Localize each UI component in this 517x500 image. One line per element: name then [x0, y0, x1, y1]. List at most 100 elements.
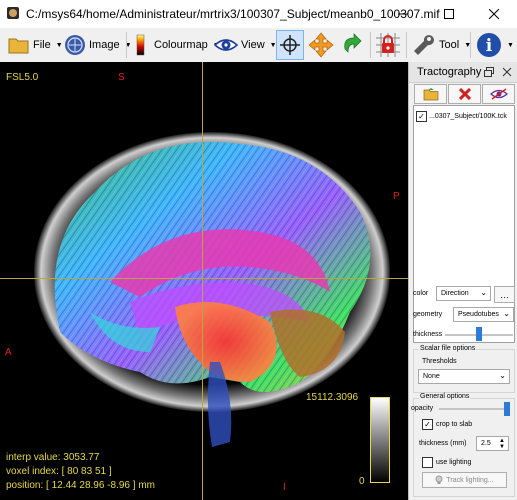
maximize-icon — [444, 9, 454, 19]
lock-clip-button[interactable] — [374, 30, 402, 60]
brain-tractography-image — [34, 132, 390, 447]
color-label: color — [413, 290, 429, 297]
chevron-down-icon: ▼ — [55, 41, 63, 49]
panel-title: Tractography — [417, 66, 482, 78]
svg-text:i: i — [486, 36, 493, 56]
track-lighting-label: Track lighting... — [446, 476, 494, 484]
locked-grid-icon — [376, 33, 400, 57]
general-options-title: General options — [419, 393, 471, 400]
float-panel-icon[interactable] — [484, 67, 494, 77]
crop-to-slab-checkbox[interactable]: ✓ crop to slab — [422, 419, 472, 430]
opacity-slider-track[interactable] — [439, 408, 509, 410]
orientation-posterior: P — [393, 191, 400, 202]
track-name: ...0307_Subject/100K.tck — [429, 112, 507, 120]
crosshair-vertical-line — [202, 62, 203, 500]
color-select-value: Direction — [441, 290, 469, 297]
image-viewport[interactable]: FSL5.0 S P A I 15112.3096 0 interp value… — [0, 62, 408, 500]
hide-eye-icon — [489, 88, 508, 100]
lightbulb-icon — [435, 475, 443, 484]
rotate-tool-button[interactable] — [340, 30, 364, 60]
position-readout: position: [ 12.44 28.96 -8.96 ] mm — [6, 480, 155, 491]
help-button[interactable]: i ▼ — [476, 30, 514, 60]
toolbar-divider — [470, 32, 471, 58]
close-icon — [489, 9, 499, 19]
thresholds-label: Thresholds — [422, 358, 457, 365]
red-x-icon — [458, 88, 471, 100]
title-bar: C:/msys64/home/Administrateur/mrtrix3/10… — [0, 0, 517, 28]
fsl-label: FSL5.0 — [6, 72, 39, 83]
tool-menu-label: Tool — [439, 39, 460, 51]
toolbar: File▼ Image▼ Colourmap▼ View▼ Tool▼ i ▼ — [0, 28, 517, 63]
geometry-label: geometry — [413, 311, 443, 318]
app-icon — [7, 7, 19, 19]
crop-to-slab-label: crop to slab — [436, 421, 473, 428]
rotate-icon — [344, 33, 362, 53]
maximize-button[interactable] — [426, 0, 472, 28]
open-tracks-button[interactable] — [414, 84, 447, 104]
minimize-button[interactable] — [380, 0, 426, 28]
list-item[interactable]: ✓ ...0307_Subject/100K.tck — [416, 109, 511, 123]
pan-tool-button[interactable] — [308, 30, 334, 60]
crosshair-tool-button[interactable] — [276, 30, 304, 60]
orientation-superior: S — [118, 72, 125, 83]
file-menu-label: File — [33, 39, 51, 51]
geometry-select-value: Pseudotubes — [458, 311, 499, 318]
eye-icon — [214, 39, 238, 51]
color-select[interactable]: Direction ⌄ — [436, 286, 491, 301]
wrench-icon — [414, 35, 434, 55]
colorbar-max-value: 15112.3096 — [306, 392, 359, 403]
image-menu-label: Image — [89, 39, 120, 51]
crop-checkbox-box[interactable]: ✓ — [422, 419, 433, 430]
minimize-icon — [398, 13, 408, 15]
thickness-slider-handle[interactable] — [476, 327, 482, 341]
chevron-down-icon: ▼ — [507, 41, 514, 49]
colourmap-menu-button[interactable]: Colourmap▼ — [131, 30, 220, 60]
crosshair-icon — [280, 35, 300, 55]
tractography-panel: Tractography ✓ ...0307_Subject/100K.tck … — [408, 62, 517, 500]
chevron-down-icon: ⌄ — [503, 309, 510, 318]
folder-open-icon — [423, 87, 438, 100]
panel-header: Tractography — [409, 62, 517, 83]
tool-menu-button[interactable]: Tool ▼ — [412, 30, 471, 60]
thresholds-select[interactable]: None ⌄ — [418, 369, 510, 384]
chevron-down-icon: ⌄ — [499, 371, 506, 380]
orientation-inferior: I — [283, 482, 286, 493]
orientation-anterior: A — [5, 347, 12, 358]
view-menu-label: View — [241, 39, 265, 51]
toggle-visibility-button[interactable] — [482, 84, 515, 104]
window-title: C:/msys64/home/Administrateur/mrtrix3/10… — [26, 7, 440, 21]
spin-arrows-icon[interactable]: ▲ ▼ — [499, 438, 505, 450]
move-arrows-icon — [308, 32, 334, 58]
geometry-select[interactable]: Pseudotubes ⌄ — [453, 307, 514, 322]
colorbar — [370, 397, 390, 483]
lighting-checkbox-box[interactable] — [422, 457, 433, 468]
color-options-button[interactable]: … — [494, 286, 515, 303]
slab-thickness-spinbox[interactable]: 2.5 ▲ ▼ — [476, 436, 509, 451]
folder-icon — [8, 38, 29, 54]
colourmap-menu-label: Colourmap — [154, 39, 208, 51]
colorbar-min-value: 0 — [359, 476, 365, 487]
view-menu-button[interactable]: View ▼ — [214, 30, 277, 60]
track-lighting-button[interactable]: Track lighting... — [422, 472, 507, 488]
thickness-label: thickness — [413, 331, 443, 338]
use-lighting-checkbox[interactable]: use lighting — [422, 457, 471, 468]
info-icon: i — [477, 33, 501, 57]
toolbar-divider — [126, 32, 127, 58]
opacity-label: opacity — [411, 405, 434, 412]
close-tracks-button[interactable] — [448, 84, 481, 104]
opacity-slider-handle[interactable] — [504, 402, 510, 416]
close-panel-icon[interactable] — [502, 67, 512, 77]
image-menu-button[interactable]: Image ▼ — [64, 30, 132, 60]
chevron-down-icon: ⌄ — [480, 288, 487, 297]
crosshair-horizontal-line — [0, 278, 408, 279]
interp-value-readout: interp value: 3053.77 — [6, 452, 100, 463]
thresholds-select-value: None — [423, 373, 440, 380]
slab-thickness-value: 2.5 — [481, 440, 491, 447]
file-menu-button[interactable]: File ▼ — [8, 30, 63, 60]
use-lighting-label: use lighting — [436, 459, 472, 466]
slab-thickness-label: thickness (mm) — [419, 440, 467, 447]
close-button[interactable] — [471, 0, 517, 28]
toolbar-divider — [406, 32, 407, 58]
voxel-index-readout: voxel index: [ 80 83 51 ] — [6, 466, 112, 477]
track-visible-checkbox[interactable]: ✓ — [416, 110, 427, 122]
